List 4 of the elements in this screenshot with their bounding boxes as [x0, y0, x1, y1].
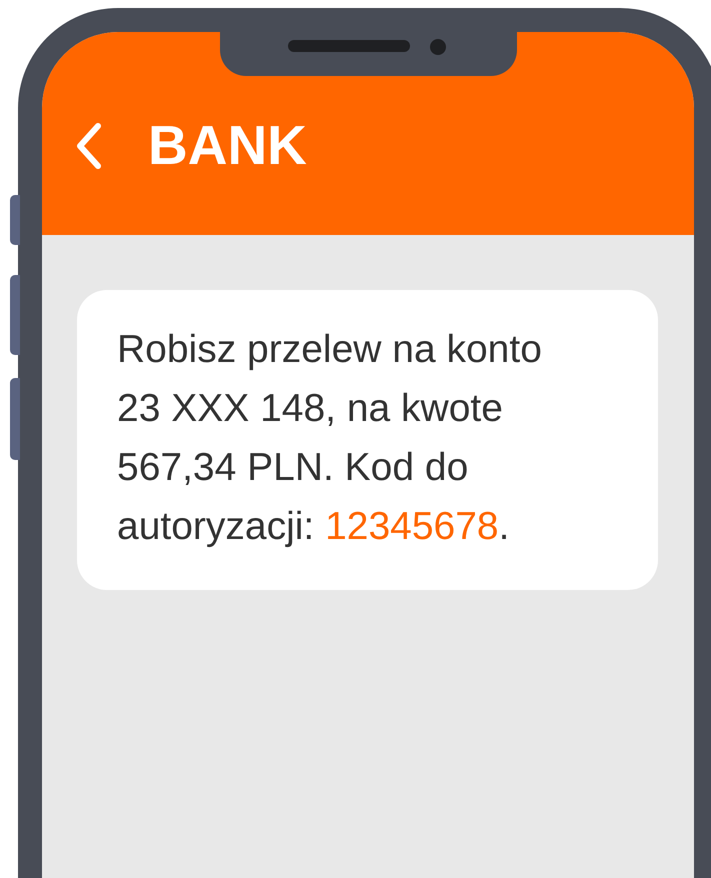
back-chevron-icon[interactable]: [76, 122, 102, 168]
camera-dot: [430, 39, 446, 55]
message-text: Robisz przelew na konto 23 XXX 148, na kwote 567,34 PLN. Kod do autoryzacji: 12345678.: [117, 327, 543, 550]
sender-title: BANK: [148, 118, 307, 173]
